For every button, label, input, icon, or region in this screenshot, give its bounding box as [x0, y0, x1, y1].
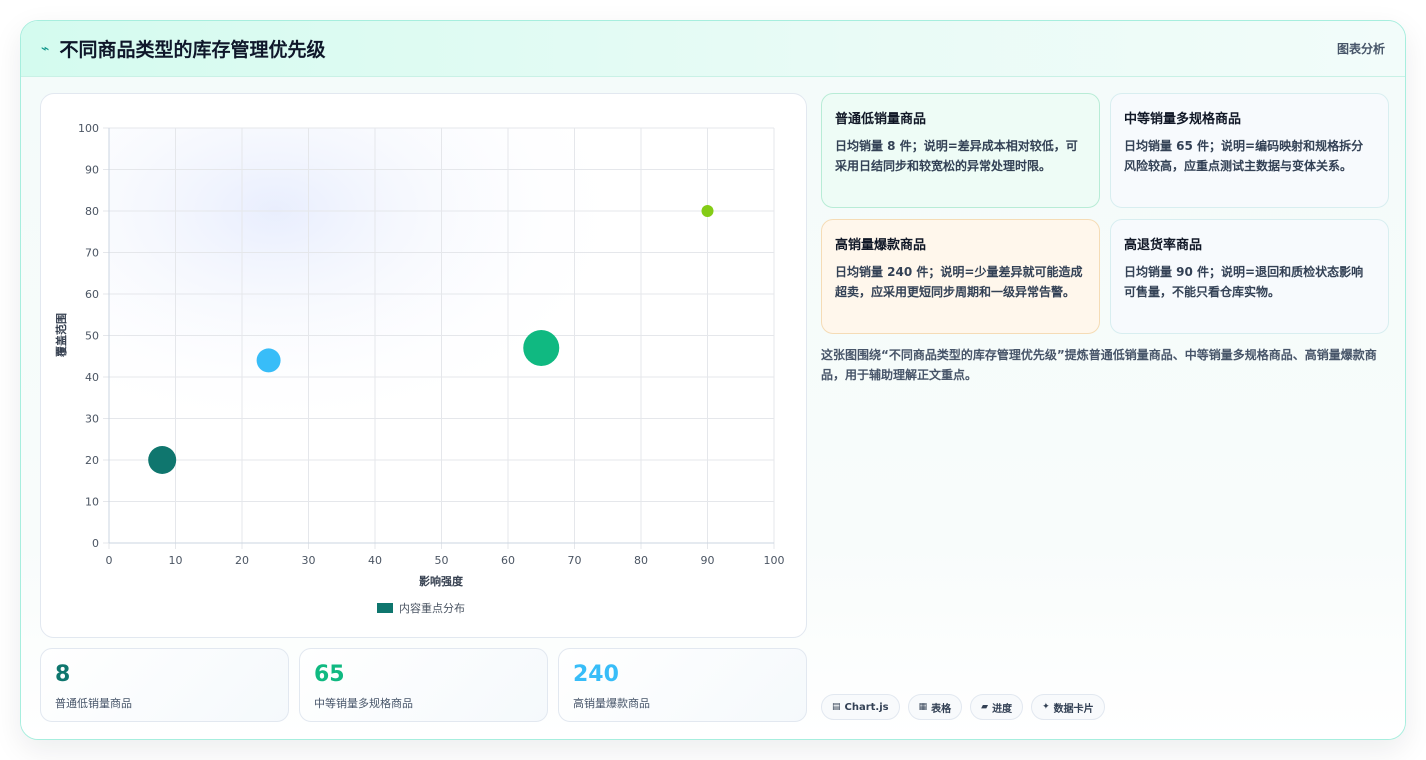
x-tick-label: 30 [302, 554, 316, 567]
chip-data-card[interactable]: ✦ 数据卡片 [1031, 694, 1105, 720]
sparkle-icon: ✦ [1042, 702, 1050, 712]
y-tick-label: 50 [85, 330, 99, 343]
y-tick-label: 20 [85, 454, 99, 467]
x-tick-label: 40 [368, 554, 382, 567]
data-point-2[interactable] [523, 329, 560, 366]
stat-card-low: 8 普通低销量商品 [40, 648, 289, 722]
info-card-title: 高销量爆款商品 [835, 238, 927, 253]
x-tick-label: 50 [435, 554, 449, 567]
legend-label[interactable]: 内容重点分布 [399, 601, 465, 615]
info-card-bestseller: 高销量爆款商品 日均销量 240 件；说明=少量差异就可能造成超卖，应采用更短同… [821, 219, 1100, 334]
x-tick-label: 0 [106, 554, 113, 567]
feature-chips: ▤ Chart.js ▦ 表格 ▰ 进度 ✦ 数据卡片 [821, 694, 1105, 720]
y-tick-label: 80 [85, 205, 99, 218]
x-axis-label: 影响强度 [419, 574, 464, 588]
legend-swatch[interactable] [377, 603, 393, 613]
bolt-icon: ⌁ [41, 40, 50, 57]
data-point-3[interactable] [701, 205, 714, 217]
stat-label: 普通低销量商品 [55, 697, 132, 710]
data-point-0[interactable] [148, 446, 177, 474]
chip-label: Chart.js [844, 701, 889, 713]
info-card-title: 中等销量多规格商品 [1124, 112, 1242, 127]
stat-card-high: 240 高销量爆款商品 [558, 648, 807, 722]
y-tick-label: 100 [78, 122, 99, 135]
stat-value: 240 [573, 662, 619, 687]
info-card-high-return: 高退货率商品 日均销量 90 件；说明=退回和质检状态影响可售量，不能只看仓库实… [1110, 219, 1389, 334]
stat-value: 65 [314, 662, 345, 687]
scatter-chart: 0 10 20 30 40 50 60 70 80 90 100 0 10 20 30 40 50 60 70 80 9… [54, 122, 785, 615]
card-header: ⌁ 不同商品类型的库存管理优先级 图表分析 [21, 21, 1405, 77]
data-point-1[interactable] [256, 348, 281, 373]
chart-icon: ▤ [832, 702, 841, 712]
stat-label: 高销量爆款商品 [573, 697, 650, 710]
page-title: 不同商品类型的库存管理优先级 [59, 39, 326, 61]
x-tick-label: 100 [764, 554, 785, 567]
info-card-body: 日均销量 90 件；说明=退回和质检状态影响可售量，不能只看仓库实物。 [1124, 265, 1364, 299]
x-tick-label: 70 [568, 554, 582, 567]
y-tick-label: 30 [85, 413, 99, 426]
stat-label: 中等销量多规格商品 [314, 697, 413, 710]
info-card-title: 普通低销量商品 [835, 112, 927, 127]
y-tick-label: 0 [92, 537, 99, 550]
y-tick-label: 90 [85, 164, 99, 177]
info-card-low-sales: 普通低销量商品 日均销量 8 件；说明=差异成本相对较低，可采用日结同步和较宽松… [821, 93, 1100, 208]
x-tick-label: 10 [169, 554, 183, 567]
chip-table[interactable]: ▦ 表格 [907, 694, 963, 720]
y-tick-label: 10 [85, 496, 99, 509]
chip-progress[interactable]: ▰ 进度 [970, 694, 1024, 720]
y-tick-label: 60 [85, 288, 99, 301]
y-tick-label: 40 [85, 371, 99, 384]
x-tick-label: 60 [501, 554, 515, 567]
x-tick-label: 80 [634, 554, 648, 567]
info-card-body: 日均销量 240 件；说明=少量差异就可能造成超卖，应采用更短同步周期和一级异常… [835, 265, 1083, 299]
info-card-title: 高退货率商品 [1124, 238, 1203, 253]
chip-label: 进度 [992, 703, 1013, 715]
summary-text: 这张图围绕“不同商品类型的库存管理优先级”提炼普通低销量商品、中等销量多规格商品… [821, 348, 1377, 382]
y-axis-label: 覆盖范围 [54, 313, 68, 357]
stat-card-medium: 65 中等销量多规格商品 [299, 648, 548, 722]
progress-icon: ▰ [981, 702, 989, 712]
x-tick-label: 20 [235, 554, 249, 567]
chip-label: 数据卡片 [1053, 703, 1094, 715]
chart-analysis-tag: 图表分析 [1336, 42, 1385, 56]
y-tick-label: 70 [85, 247, 99, 260]
chip-label: 表格 [931, 703, 952, 715]
x-tick-label: 90 [701, 554, 715, 567]
info-card-multi-spec: 中等销量多规格商品 日均销量 65 件；说明=编码映射和规格拆分风险较高，应重点… [1110, 93, 1389, 208]
table-icon: ▦ [918, 702, 928, 712]
chart-panel: 0 10 20 30 40 50 60 70 80 90 100 0 10 20 30 40 50 60 70 80 9… [40, 93, 807, 638]
info-card-body: 日均销量 65 件；说明=编码映射和规格拆分风险较高，应重点测试主数据与变体关系… [1124, 139, 1364, 173]
chip-chartjs[interactable]: ▤ Chart.js [821, 694, 900, 720]
stat-value: 8 [55, 662, 71, 687]
main-card: ⌁ 不同商品类型的库存管理优先级 图表分析 0 10 20 30 40 50 60 70 80 9… [20, 20, 1406, 740]
info-card-body: 日均销量 8 件；说明=差异成本相对较低，可采用日结同步和较宽松的异常处理时限。 [835, 139, 1078, 173]
